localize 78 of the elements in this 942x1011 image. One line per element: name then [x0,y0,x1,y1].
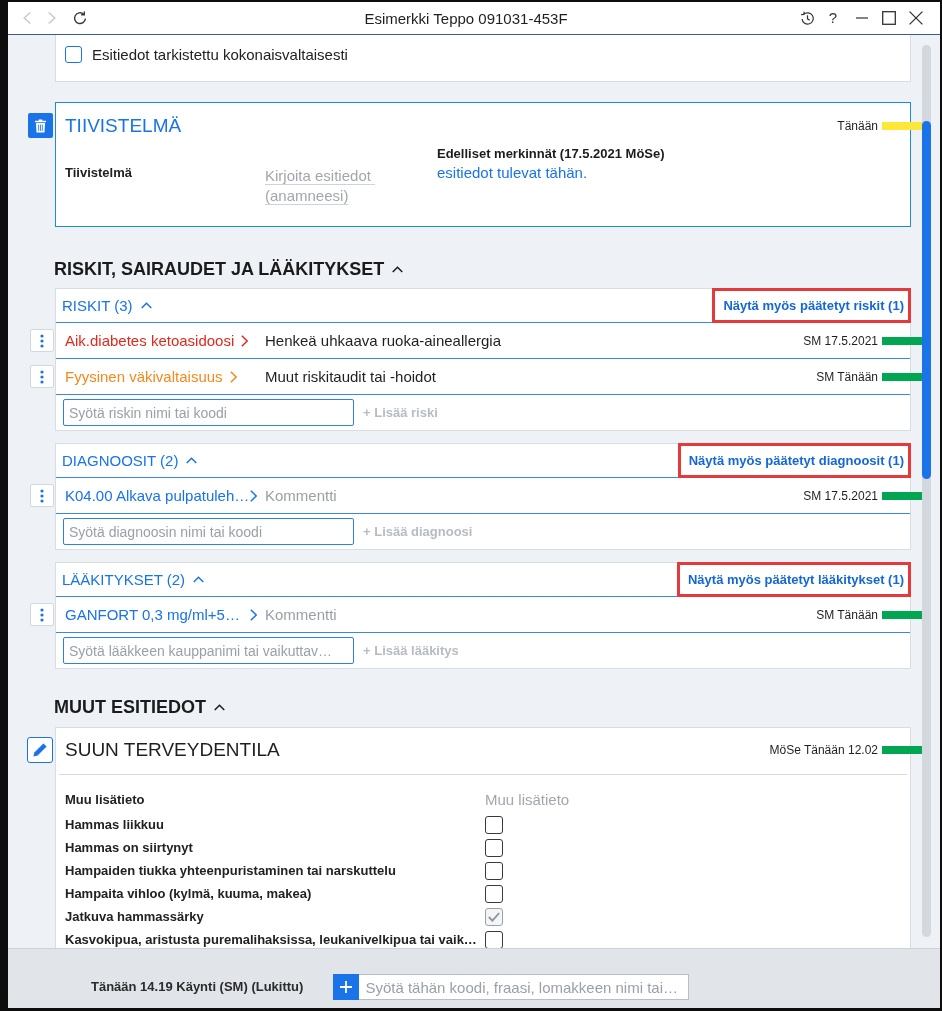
checkbox[interactable] [485,861,503,880]
window-title: Esimerkki Teppo 091031-453F [364,9,568,27]
card-title: SUUN TERVEYDENTILA [65,739,280,761]
stamp-text: SM 17.5.2021 [803,333,878,348]
checkbox[interactable] [485,815,503,834]
group-title[interactable]: RISKIT (3) [62,297,133,314]
stamp-text: SM 17.5.2021 [803,488,878,503]
item-detail: Muut riskitaudit tai -hoidot [265,368,436,385]
chevron-right-icon[interactable] [241,334,249,347]
checkmark-icon [488,911,500,922]
reload-icon[interactable] [73,11,87,25]
input-field[interactable]: Syötä riskin nimi tai koodi [63,399,354,426]
text-field[interactable]: Muu lisätieto [485,788,595,810]
checkbox-label: Hammas on siirtynyt [65,840,193,855]
add-button[interactable] [333,974,360,1000]
section-heading: MUUT ESITIEDOT [54,696,206,718]
input-field[interactable]: Syötä diagnoosin nimi tai koodi [63,518,354,545]
delete-button[interactable] [28,113,53,138]
caret-up-icon[interactable] [392,265,404,273]
more-button[interactable] [30,603,54,626]
field-label: Muu lisätieto [65,791,145,807]
stamp-text: SM Tänään [816,607,878,622]
pencil-icon [33,743,47,757]
more-button[interactable] [30,484,54,507]
checkbox[interactable] [485,930,503,948]
plus-icon [340,981,353,993]
show-ended-link[interactable]: Näytä myös päätetyt lääkitykset (1) [687,572,904,587]
checkbox-label: Hampaita vihloo (kylmä, kuuma, makea) [65,886,312,901]
checkbox[interactable] [485,884,503,903]
card-title: TIIVISTELMÄ [65,114,182,137]
section-heading: RISKIT, SAIRAUDET JA LÄÄKITYKSET [54,258,385,280]
item-link[interactable]: Aik.diabetes ketoasidoosi [65,332,235,349]
scrollbar-thumb[interactable] [922,121,931,479]
comment-link[interactable]: Kommentti [265,487,337,504]
caret-up-icon[interactable] [214,703,225,711]
checkbox-label[interactable]: Esitiedot tarkistettu kokonaisvaltaisesti [92,45,348,63]
stamp-text: Tänään [837,118,878,133]
trash-icon [35,118,46,133]
show-ended-link[interactable]: Näytä myös päätetyt diagnoosit (1) [688,453,904,468]
summary-field[interactable]: Kirjoita esitiedot (anamneesi) [265,166,390,206]
close-icon[interactable] [909,11,923,25]
checkbox[interactable] [485,907,503,926]
checkbox-label: Kasvokipua, aristusta puremalihaksissa, leukanivelkipua tai vaik… [65,932,477,947]
chevron-right-icon[interactable] [250,608,257,621]
group-title[interactable]: LÄÄKITYKSET (2) [62,571,186,588]
checkbox-label: Jatkuva hammassärky [65,909,204,924]
vertical-dots-icon [40,488,44,503]
vertical-dots-icon [40,333,44,348]
item-link[interactable]: GANFORT 0,3 mg/ml+5… [65,606,250,623]
previous-heading: Edelliset merkinnät (17.5.2021 MöSe) [437,145,665,163]
maximize-icon[interactable] [882,11,896,25]
scrollbar-track[interactable] [922,45,931,937]
more-button[interactable] [30,329,54,352]
chevron-right-icon[interactable] [229,370,237,383]
history-icon[interactable] [799,10,815,26]
group-title[interactable]: DIAGNOOSIT (2) [62,452,179,469]
visit-label: Tänään 14.19 Käynti (SM) (Lukittu) [91,978,304,996]
checkbox-label: Hampaiden tiukka yhteenpuristaminen tai narskuttelu [65,863,396,878]
checkbox[interactable] [65,45,82,63]
command-field[interactable]: Syötä tähän koodi, fraasi, lomakkeen nimi tai… [359,974,690,1000]
field-label: Tiivistelmä [65,164,132,182]
previous-entry-text: esitiedot tulevat tähän. [437,163,588,183]
more-button[interactable] [30,365,54,388]
chevron-right-icon[interactable] [250,489,257,502]
input-field[interactable]: Syötä lääkkeen kauppanimi tai vaikuttav… [63,637,354,664]
vertical-dots-icon [40,369,44,384]
stamp-text: SM Tänään [816,369,878,384]
comment-link[interactable]: Kommentti [265,606,337,623]
vertical-dots-icon [40,607,44,622]
show-ended-link[interactable]: Näytä myös päätetyt riskit (1) [723,298,904,313]
edit-button[interactable] [27,737,53,763]
item-link[interactable]: Fyysinen väkivaltaisuus [65,368,223,385]
item-link[interactable]: K04.00 Alkava pulpatuleh… [65,487,250,504]
help-button[interactable]: ? [828,9,837,27]
checkbox-label: Hammas liikkuu [65,817,164,832]
checkbox[interactable] [485,838,503,857]
item-detail: Henkeä uhkaava ruoka-aineallergia [265,332,501,349]
stamp-text: MöSe Tänään 12.02 [769,743,878,757]
